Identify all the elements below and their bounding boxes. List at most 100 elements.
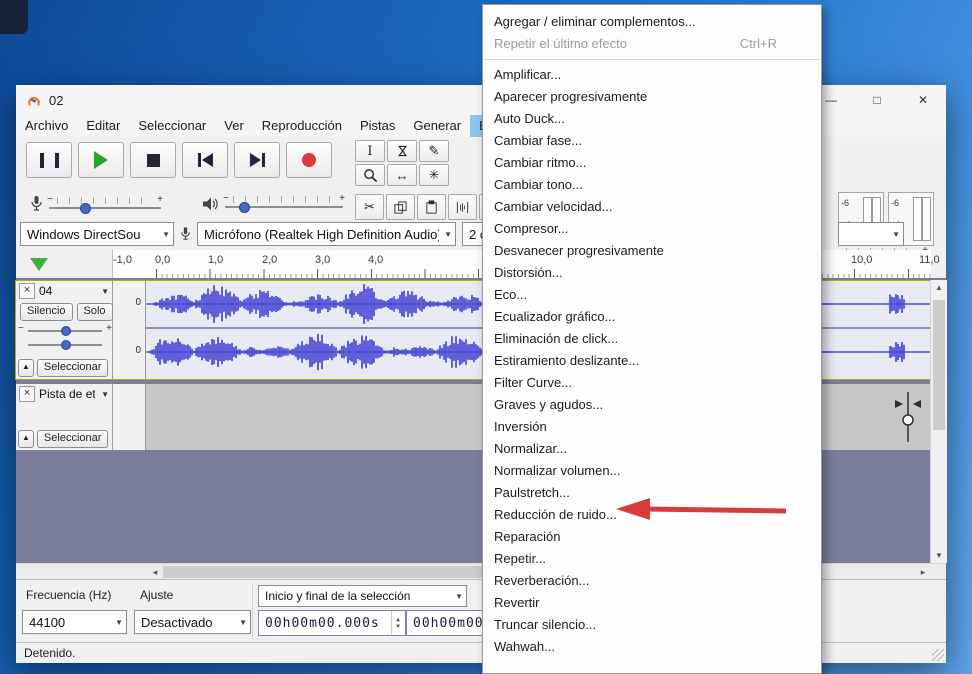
- effect-menu-item[interactable]: Repetir...: [483, 548, 821, 570]
- horizontal-scroll-thumb[interactable]: [163, 566, 516, 578]
- effect-menu-item[interactable]: Reverberación...: [483, 570, 821, 592]
- stop-button[interactable]: [130, 142, 176, 178]
- track-name[interactable]: 04: [39, 284, 52, 298]
- menubar-item[interactable]: Reproducción: [253, 115, 351, 137]
- effect-menu-item[interactable]: Eliminación de click...: [483, 328, 821, 350]
- multi-tool-button[interactable]: ✳: [419, 164, 449, 186]
- audacity-logo-icon: [26, 92, 42, 108]
- select-track-button[interactable]: Seleccionar: [36, 359, 109, 377]
- effect-menu-item[interactable]: Amplificar...: [483, 64, 821, 86]
- playback-volume-slider[interactable]: − +: [223, 193, 345, 213]
- collapse-track-button[interactable]: ▲: [18, 359, 34, 377]
- effect-menu-item[interactable]: Wahwah...: [483, 636, 821, 658]
- track-menu-icon[interactable]: ▼: [101, 390, 109, 399]
- zoom-tool-button[interactable]: [355, 164, 385, 186]
- time-spinner[interactable]: ▲▼: [391, 611, 405, 635]
- effect-menu-item[interactable]: Filter Curve...: [483, 372, 821, 394]
- sample-rate-combo[interactable]: 44100 ▼: [22, 610, 127, 634]
- skip-to-start-button[interactable]: [182, 142, 228, 178]
- effect-menu-item[interactable]: Graves y agudos...: [483, 394, 821, 416]
- select-track-button[interactable]: Seleccionar: [36, 430, 109, 448]
- label-marker-icon[interactable]: [891, 390, 925, 449]
- menu-item-label: Filter Curve...: [494, 375, 573, 390]
- effect-menu-item[interactable]: Inversión: [483, 416, 821, 438]
- effect-menu: Agregar / eliminar complementos... Repet…: [482, 4, 822, 674]
- menubar-item[interactable]: Archivo: [16, 115, 77, 137]
- draw-tool-button[interactable]: ✎: [419, 140, 449, 162]
- menu-item-label: Reducción de ruido...: [494, 507, 617, 522]
- trim-audio-button[interactable]: [448, 194, 477, 220]
- effect-menu-item[interactable]: Aparecer progresivamente: [483, 86, 821, 108]
- close-track-icon[interactable]: ×: [19, 386, 35, 402]
- effect-menu-item[interactable]: Cambiar velocidad...: [483, 196, 821, 218]
- gain-slider[interactable]: − +: [18, 323, 112, 337]
- cut-button[interactable]: ✂: [355, 194, 384, 220]
- solo-button[interactable]: Solo: [76, 303, 113, 321]
- envelope-tool-button[interactable]: ⋈: [387, 140, 417, 162]
- scroll-up-icon[interactable]: ▲: [931, 280, 947, 295]
- pause-button[interactable]: [26, 142, 72, 178]
- effect-menu-item[interactable]: Estiramiento deslizante...: [483, 350, 821, 372]
- paste-button[interactable]: [417, 194, 446, 220]
- ruler-tick-label: 3,0: [315, 254, 331, 266]
- effect-menu-item[interactable]: Cambiar tono...: [483, 174, 821, 196]
- timeline-options-icon[interactable]: [30, 258, 48, 271]
- desktop-shortcut-icon[interactable]: [0, 0, 28, 34]
- menubar-item[interactable]: Ver: [215, 115, 253, 137]
- effect-menu-item[interactable]: Cambiar fase...: [483, 130, 821, 152]
- effect-menu-item[interactable]: Truncar silencio...: [483, 614, 821, 636]
- effect-menu-item[interactable]: Agregar / eliminar complementos...: [483, 11, 821, 33]
- trim-icon: [455, 200, 470, 215]
- vertical-scrollbar[interactable]: ▲ ▼: [930, 280, 947, 563]
- slider-thumb[interactable]: [80, 202, 92, 214]
- spin-up-icon[interactable]: ▲: [396, 616, 401, 623]
- recording-device-combo[interactable]: Micrófono (Realtek High Definition Audio…: [197, 222, 456, 246]
- vertical-scale[interactable]: 0 0: [113, 281, 146, 379]
- effect-menu-item[interactable]: Distorsión...: [483, 262, 821, 284]
- slider-thumb[interactable]: [60, 326, 71, 336]
- mute-button[interactable]: Silencio: [20, 303, 73, 321]
- close-button[interactable]: ✕: [900, 85, 946, 115]
- menubar-item[interactable]: Editar: [77, 115, 129, 137]
- snap-combo[interactable]: Desactivado ▼: [134, 610, 251, 634]
- slider-thumb[interactable]: [239, 202, 251, 213]
- selection-mode-combo[interactable]: Inicio y final de la selección ▼: [258, 585, 467, 607]
- vertical-scroll-thumb[interactable]: [933, 300, 945, 430]
- effect-menu-item[interactable]: Compresor...: [483, 218, 821, 240]
- audio-host-combo[interactable]: Windows DirectSou ▼: [20, 222, 174, 246]
- effect-menu-item[interactable]: Normalizar...: [483, 438, 821, 460]
- recording-volume-slider[interactable]: − +: [47, 194, 163, 214]
- scroll-left-icon[interactable]: ◂: [147, 564, 163, 580]
- track-menu-icon[interactable]: ▼: [101, 287, 109, 296]
- effect-menu-item[interactable]: Auto Duck...: [483, 108, 821, 130]
- slider-thumb[interactable]: [60, 340, 71, 350]
- copy-button[interactable]: [386, 194, 415, 220]
- effect-menu-item[interactable]: Repetir el último efecto Ctrl+R: [483, 33, 821, 60]
- menubar-item[interactable]: Pistas: [351, 115, 404, 137]
- play-button[interactable]: [78, 142, 124, 178]
- menubar-item[interactable]: Generar: [404, 115, 470, 137]
- selection-start-time[interactable]: 00h00m00.000s ▲ ▼: [258, 610, 406, 636]
- track-name[interactable]: Pista de etiq: [39, 387, 95, 401]
- recording-device-value: Micrófono (Realtek High Definition Audio…: [204, 226, 440, 242]
- scroll-right-icon[interactable]: ▸: [915, 564, 931, 580]
- scroll-down-icon[interactable]: ▼: [931, 548, 947, 563]
- effect-menu-item[interactable]: Revertir: [483, 592, 821, 614]
- close-track-icon[interactable]: ×: [19, 283, 35, 299]
- record-button[interactable]: [286, 142, 332, 178]
- collapse-track-button[interactable]: ▲: [18, 430, 34, 448]
- menu-item-label: Wahwah...: [494, 639, 555, 654]
- effect-menu-item[interactable]: Eco...: [483, 284, 821, 306]
- effect-menu-item[interactable]: Normalizar volumen...: [483, 460, 821, 482]
- effect-menu-item[interactable]: Cambiar ritmo...: [483, 152, 821, 174]
- menubar-item[interactable]: Seleccionar: [129, 115, 215, 137]
- pan-slider[interactable]: [28, 338, 102, 351]
- maximize-button[interactable]: □: [854, 85, 900, 115]
- effect-menu-item[interactable]: Ecualizador gráfico...: [483, 306, 821, 328]
- right-partial-combo[interactable]: ▼: [838, 222, 904, 246]
- skip-to-end-button[interactable]: [234, 142, 280, 178]
- spin-down-icon[interactable]: ▼: [396, 623, 401, 630]
- effect-menu-item[interactable]: Desvanecer progresivamente: [483, 240, 821, 262]
- selection-tool-button[interactable]: I: [355, 140, 385, 162]
- timeshift-tool-button[interactable]: ↔: [387, 164, 417, 186]
